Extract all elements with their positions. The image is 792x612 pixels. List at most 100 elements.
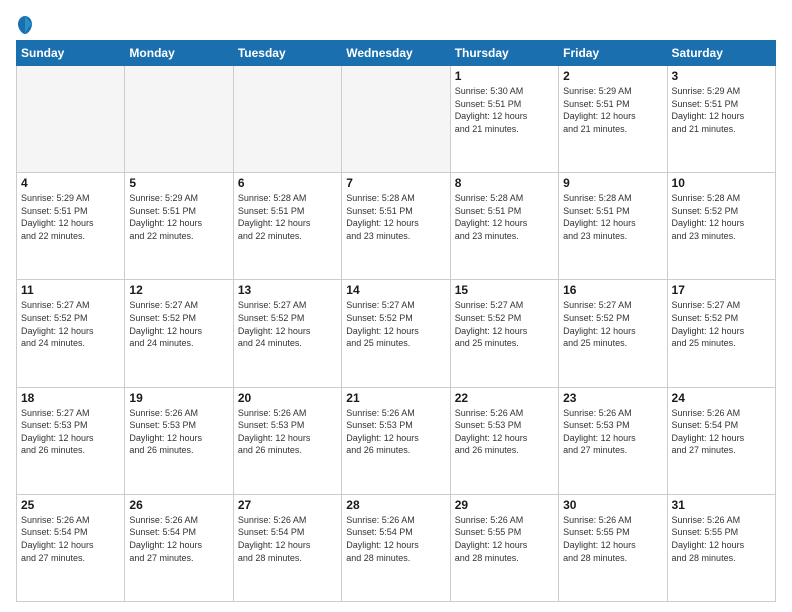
calendar-cell: 30 Sunrise: 5:26 AM Sunset: 5:55 PM Dayli… [559, 494, 667, 601]
day-number: 3 [672, 69, 771, 83]
calendar-cell: 6 Sunrise: 5:28 AM Sunset: 5:51 PM Daylig… [233, 173, 341, 280]
logo [16, 14, 38, 36]
day-number: 2 [563, 69, 662, 83]
day-number: 21 [346, 391, 445, 405]
day-number: 18 [21, 391, 120, 405]
day-info: Sunrise: 5:27 AM Sunset: 5:52 PM Dayligh… [672, 299, 771, 349]
day-info: Sunrise: 5:26 AM Sunset: 5:53 PM Dayligh… [455, 407, 554, 457]
day-number: 15 [455, 283, 554, 297]
calendar-cell: 24 Sunrise: 5:26 AM Sunset: 5:54 PM Dayli… [667, 387, 775, 494]
day-info: Sunrise: 5:28 AM Sunset: 5:51 PM Dayligh… [563, 192, 662, 242]
day-number: 8 [455, 176, 554, 190]
calendar-cell: 5 Sunrise: 5:29 AM Sunset: 5:51 PM Daylig… [125, 173, 233, 280]
day-number: 5 [129, 176, 228, 190]
day-number: 7 [346, 176, 445, 190]
calendar-cell: 26Sunrise: 5:26 AM Sunset: 5:54 PM Dayli… [125, 494, 233, 601]
weekday-header: Friday [559, 41, 667, 66]
day-info: Sunrise: 5:29 AM Sunset: 5:51 PM Dayligh… [21, 192, 120, 242]
calendar-cell: 14 Sunrise: 5:27 AM Sunset: 5:52 PM Dayli… [342, 280, 450, 387]
calendar-cell: 2 Sunrise: 5:29 AM Sunset: 5:51 PM Daylig… [559, 66, 667, 173]
calendar-week-row: 1 Sunrise: 5:30 AM Sunset: 5:51 PM Daylig… [17, 66, 776, 173]
day-info: Sunrise: 5:26 AM Sunset: 5:54 PM Dayligh… [672, 407, 771, 457]
day-number: 27 [238, 498, 337, 512]
calendar-cell: 15 Sunrise: 5:27 AM Sunset: 5:52 PM Dayli… [450, 280, 558, 387]
calendar-cell: 10 Sunrise: 5:28 AM Sunset: 5:52 PM Dayli… [667, 173, 775, 280]
day-info: Sunrise: 5:27 AM Sunset: 5:52 PM Dayligh… [455, 299, 554, 349]
day-number: 10 [672, 176, 771, 190]
day-info: Sunrise: 5:26 AM Sunset: 5:55 PM Dayligh… [563, 514, 662, 564]
logo-icon [16, 14, 34, 36]
day-number: 17 [672, 283, 771, 297]
day-info: Sunrise: 5:28 AM Sunset: 5:51 PM Dayligh… [455, 192, 554, 242]
day-info: Sunrise: 5:28 AM Sunset: 5:51 PM Dayligh… [238, 192, 337, 242]
page: SundayMondayTuesdayWednesdayThursdayFrid… [0, 0, 792, 612]
calendar-cell [233, 66, 341, 173]
calendar-cell: 12 Sunrise: 5:27 AM Sunset: 5:52 PM Dayli… [125, 280, 233, 387]
day-info: Sunrise: 5:29 AM Sunset: 5:51 PM Dayligh… [563, 85, 662, 135]
day-number: 20 [238, 391, 337, 405]
weekday-header: Tuesday [233, 41, 341, 66]
calendar-cell: 22Sunrise: 5:26 AM Sunset: 5:53 PM Dayli… [450, 387, 558, 494]
day-number: 19 [129, 391, 228, 405]
calendar-week-row: 4 Sunrise: 5:29 AM Sunset: 5:51 PM Daylig… [17, 173, 776, 280]
day-number: 16 [563, 283, 662, 297]
calendar-cell: 20Sunrise: 5:26 AM Sunset: 5:53 PM Dayli… [233, 387, 341, 494]
calendar-cell: 16 Sunrise: 5:27 AM Sunset: 5:52 PM Dayli… [559, 280, 667, 387]
day-info: Sunrise: 5:27 AM Sunset: 5:52 PM Dayligh… [563, 299, 662, 349]
day-info: Sunrise: 5:26 AM Sunset: 5:54 PM Dayligh… [129, 514, 228, 564]
day-info: Sunrise: 5:29 AM Sunset: 5:51 PM Dayligh… [672, 85, 771, 135]
calendar-cell: 31 Sunrise: 5:26 AM Sunset: 5:55 PM Dayli… [667, 494, 775, 601]
calendar-week-row: 25 Sunrise: 5:26 AM Sunset: 5:54 PM Dayli… [17, 494, 776, 601]
calendar-cell [17, 66, 125, 173]
day-number: 11 [21, 283, 120, 297]
day-number: 14 [346, 283, 445, 297]
day-info: Sunrise: 5:26 AM Sunset: 5:54 PM Dayligh… [21, 514, 120, 564]
calendar-cell: 27 Sunrise: 5:26 AM Sunset: 5:54 PM Dayli… [233, 494, 341, 601]
calendar-header-row: SundayMondayTuesdayWednesdayThursdayFrid… [17, 41, 776, 66]
day-info: Sunrise: 5:27 AM Sunset: 5:53 PM Dayligh… [21, 407, 120, 457]
weekday-header: Monday [125, 41, 233, 66]
calendar-cell: 18 Sunrise: 5:27 AM Sunset: 5:53 PM Dayli… [17, 387, 125, 494]
day-number: 1 [455, 69, 554, 83]
day-number: 4 [21, 176, 120, 190]
day-info: Sunrise: 5:27 AM Sunset: 5:52 PM Dayligh… [346, 299, 445, 349]
calendar-table: SundayMondayTuesdayWednesdayThursdayFrid… [16, 40, 776, 602]
calendar-cell: 17 Sunrise: 5:27 AM Sunset: 5:52 PM Dayli… [667, 280, 775, 387]
day-info: Sunrise: 5:26 AM Sunset: 5:54 PM Dayligh… [238, 514, 337, 564]
day-number: 12 [129, 283, 228, 297]
day-number: 6 [238, 176, 337, 190]
calendar-cell: 1 Sunrise: 5:30 AM Sunset: 5:51 PM Daylig… [450, 66, 558, 173]
day-info: Sunrise: 5:30 AM Sunset: 5:51 PM Dayligh… [455, 85, 554, 135]
header [16, 10, 776, 36]
day-number: 24 [672, 391, 771, 405]
day-info: Sunrise: 5:27 AM Sunset: 5:52 PM Dayligh… [238, 299, 337, 349]
weekday-header: Sunday [17, 41, 125, 66]
calendar-cell: 28 Sunrise: 5:26 AM Sunset: 5:54 PM Dayli… [342, 494, 450, 601]
day-number: 23 [563, 391, 662, 405]
day-number: 28 [346, 498, 445, 512]
day-number: 9 [563, 176, 662, 190]
calendar-cell: 4 Sunrise: 5:29 AM Sunset: 5:51 PM Daylig… [17, 173, 125, 280]
calendar-cell: 25 Sunrise: 5:26 AM Sunset: 5:54 PM Dayli… [17, 494, 125, 601]
calendar-cell: 3 Sunrise: 5:29 AM Sunset: 5:51 PM Daylig… [667, 66, 775, 173]
calendar-week-row: 11 Sunrise: 5:27 AM Sunset: 5:52 PM Dayli… [17, 280, 776, 387]
day-number: 25 [21, 498, 120, 512]
calendar-cell: 7 Sunrise: 5:28 AM Sunset: 5:51 PM Daylig… [342, 173, 450, 280]
day-number: 31 [672, 498, 771, 512]
calendar-cell: 29 Sunrise: 5:26 AM Sunset: 5:55 PM Dayli… [450, 494, 558, 601]
calendar-cell: 23Sunrise: 5:26 AM Sunset: 5:53 PM Dayli… [559, 387, 667, 494]
calendar-cell: 19Sunrise: 5:26 AM Sunset: 5:53 PM Dayli… [125, 387, 233, 494]
day-info: Sunrise: 5:29 AM Sunset: 5:51 PM Dayligh… [129, 192, 228, 242]
day-info: Sunrise: 5:26 AM Sunset: 5:55 PM Dayligh… [672, 514, 771, 564]
day-info: Sunrise: 5:28 AM Sunset: 5:52 PM Dayligh… [672, 192, 771, 242]
day-info: Sunrise: 5:28 AM Sunset: 5:51 PM Dayligh… [346, 192, 445, 242]
calendar-cell: 9 Sunrise: 5:28 AM Sunset: 5:51 PM Daylig… [559, 173, 667, 280]
calendar-cell [342, 66, 450, 173]
day-info: Sunrise: 5:26 AM Sunset: 5:54 PM Dayligh… [346, 514, 445, 564]
day-number: 29 [455, 498, 554, 512]
calendar-week-row: 18 Sunrise: 5:27 AM Sunset: 5:53 PM Dayli… [17, 387, 776, 494]
day-info: Sunrise: 5:26 AM Sunset: 5:55 PM Dayligh… [455, 514, 554, 564]
day-number: 30 [563, 498, 662, 512]
calendar-cell: 11Sunrise: 5:27 AM Sunset: 5:52 PM Dayli… [17, 280, 125, 387]
day-info: Sunrise: 5:27 AM Sunset: 5:52 PM Dayligh… [129, 299, 228, 349]
